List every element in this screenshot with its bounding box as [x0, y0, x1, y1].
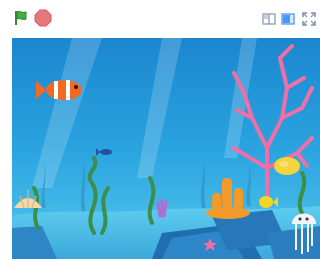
stage-canvas[interactable] [12, 38, 320, 259]
green-flag-button[interactable] [12, 9, 30, 27]
purple-plant [156, 198, 168, 218]
fullscreen-button[interactable] [302, 12, 316, 26]
large-stage-layout-icon [281, 13, 295, 25]
large-stage-button[interactable] [281, 12, 295, 26]
underwater-backdrop [12, 38, 320, 259]
stop-icon [34, 9, 52, 27]
stop-button[interactable] [34, 9, 52, 27]
yellow-sponge [274, 157, 300, 175]
green-flag-icon [15, 10, 27, 25]
fullscreen-icon [302, 12, 316, 26]
stage-toolbar [0, 0, 320, 38]
small-stage-button[interactable] [262, 12, 276, 26]
small-stage-layout-icon [262, 13, 276, 25]
